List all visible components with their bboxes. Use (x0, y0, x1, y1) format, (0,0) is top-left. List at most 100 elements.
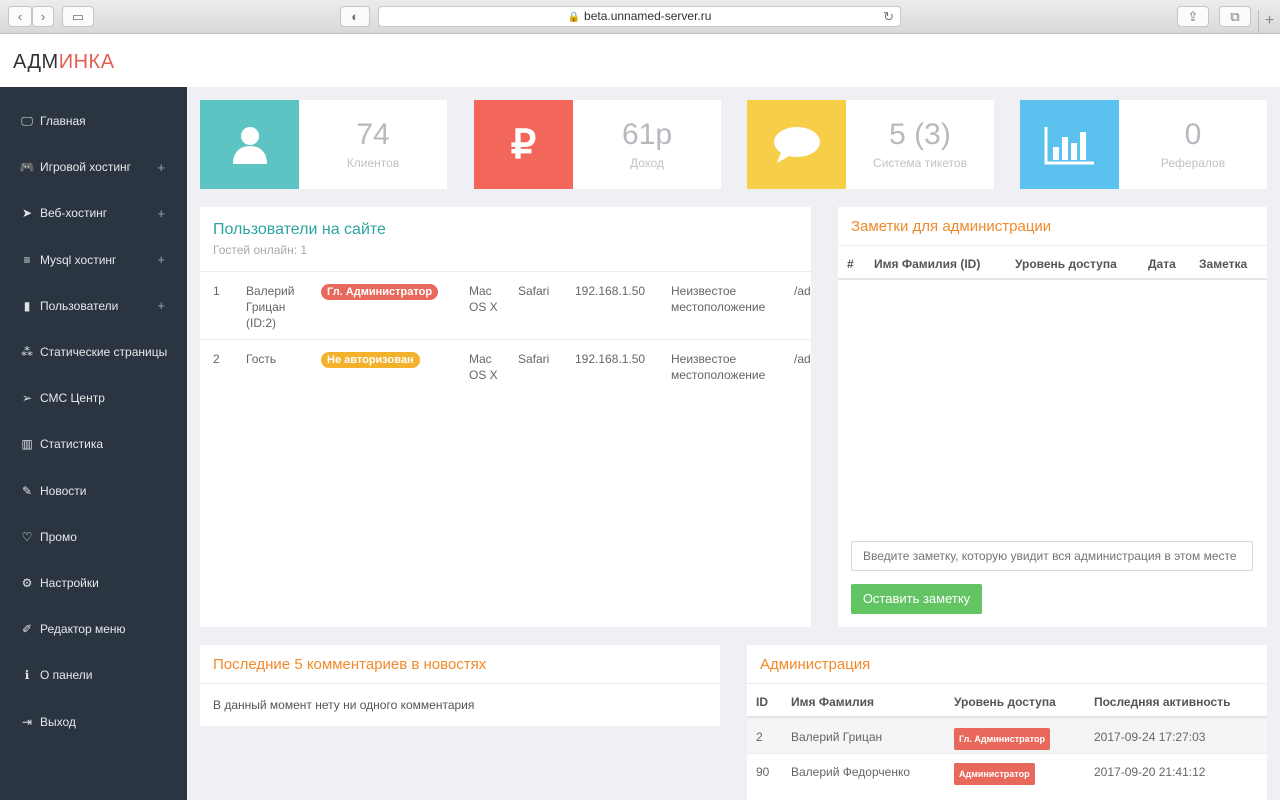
stat-label: Клиентов (346, 156, 400, 170)
expand-icon[interactable]: + (157, 160, 165, 175)
edit-icon: ✐ (21, 622, 33, 637)
stat-card-referrals[interactable]: 0 Рефералов (1020, 100, 1267, 189)
online-users-panel: Пользователи на сайте Гостей онлайн: 1 1… (200, 207, 811, 627)
lock-icon: 🔒 (567, 12, 581, 23)
sidebar-item[interactable]: 🖵 Главная (0, 101, 187, 141)
news-comments-panel: Последние 5 комментариев в новостях В да… (200, 645, 720, 726)
panel-title: Администрация (760, 656, 871, 673)
role-badge: Не авторизован (321, 352, 420, 368)
sidebar-item-label: Редактор меню (40, 622, 126, 637)
stat-card-clients[interactable]: 74 Клиентов (200, 100, 447, 189)
shield-icon[interactable]: ◐ (340, 6, 370, 27)
browser-toolbar: ‹ › ▭ ◐ 🔒 beta.unnamed-server.ru ↻ ⇪ ⧉ + (0, 0, 1280, 34)
stat-label: Доход (629, 156, 665, 170)
role-badge: Гл. Администратор (954, 728, 1050, 750)
send-icon: ➢ (21, 391, 33, 406)
row-number: 2 (213, 352, 220, 366)
col-header: # (847, 257, 854, 271)
row-number: 1 (213, 284, 220, 298)
stat-tile (200, 100, 299, 189)
back-icon[interactable]: ‹ (8, 6, 32, 27)
sidebar-item-label: Веб-хостинг (40, 206, 108, 221)
sidebar-item-label: Новости (40, 483, 87, 498)
stat-tile: ₽ (474, 100, 573, 189)
os: Mac OS X (469, 284, 498, 314)
panel-title: Последние 5 комментариев в новостях (213, 656, 487, 673)
sidebar-item-label: Промо (40, 529, 77, 544)
table-row: 1 Валерий Грицан (ID:2) Гл. Администратор M… (200, 271, 811, 339)
user-name: Гость (246, 352, 277, 366)
sidebar-item[interactable]: ℹ О панели (0, 655, 187, 695)
address-bar[interactable]: 🔒 beta.unnamed-server.ru ↻ (378, 6, 901, 27)
sidebar-item[interactable]: ▥ Статистика (0, 424, 187, 464)
user-name: Валерий Грицан (ID:2) (246, 284, 295, 330)
expand-icon[interactable]: + (157, 206, 165, 221)
page-path: /ad (794, 352, 811, 366)
reload-icon[interactable]: ↻ (883, 7, 894, 26)
sidebar-item[interactable]: ➢ СМС Центр (0, 378, 187, 418)
sidebar-item-label: Статические страницы (40, 345, 168, 359)
gears-icon: ⚙ (21, 576, 33, 590)
table-row: 2 Гость Не авторизован Mac OS X Safari 192.16… (200, 339, 811, 407)
sidebar-item[interactable]: ✎ Новости (0, 471, 187, 511)
sidebar: 🖵 Главная 🎮 Игровой хостинг + ➤ Веб-хостинг + ≡ M… (0, 87, 187, 800)
sidebar-item[interactable]: ♡ Промо (0, 517, 187, 557)
monitor-icon: 🖵 (21, 113, 33, 128)
pencil-icon: ✎ (21, 483, 33, 498)
location: Неизвестое местоположение (671, 352, 766, 382)
chat-bubble-icon (773, 126, 820, 163)
sidebar-item[interactable]: ⚙ Настройки (0, 563, 187, 603)
url-text: beta.unnamed-server.ru (584, 9, 712, 23)
leave-note-button[interactable]: Оставить заметку (851, 584, 982, 614)
new-tab-icon[interactable]: + (1258, 10, 1280, 34)
stat-tile (1020, 100, 1119, 189)
logo[interactable]: АДМИНКА (13, 51, 115, 74)
paper-plane-icon: ➤ (21, 206, 33, 221)
col-header: ID (756, 695, 768, 709)
col-header: Имя Фамилия (791, 695, 875, 709)
sidebar-item-label: Выход (40, 714, 76, 729)
sidebar-item[interactable]: ✐ Редактор меню (0, 609, 187, 649)
note-input[interactable] (851, 541, 1253, 571)
expand-icon[interactable]: + (157, 252, 165, 267)
sidebar-item-label: Пользователи (40, 298, 119, 313)
stat-card-income[interactable]: ₽ 61р Доход (474, 100, 721, 189)
col-header: Уровень доступа (1015, 257, 1117, 271)
panel-title: Заметки для администрации (851, 218, 1052, 235)
empty-comments: В данный момент нету ни одного комментар… (213, 698, 475, 712)
ruble-icon: ₽ (510, 122, 537, 167)
top-header: АДМИНКА (0, 34, 1280, 87)
guests-online: Гостей онлайн: 1 (213, 243, 308, 257)
admin-name: Валерий Федорченко (791, 765, 910, 779)
col-header: Последняя активность (1094, 695, 1231, 709)
forward-icon[interactable]: › (32, 6, 54, 27)
expand-icon[interactable]: + (157, 298, 165, 313)
table-row: 2 Валерий Грицан Гл. Администратор 2017-09-… (747, 718, 1267, 753)
stat-value: 5 (3) (889, 118, 951, 151)
sidebar-item[interactable]: 🎮 Игровой хостинг + (0, 147, 187, 187)
sidebar-item[interactable]: ≡ Mysql хостинг + (0, 240, 187, 280)
administration-panel: Администрация ID Имя Фамилия Уровень дос… (747, 645, 1267, 800)
sidebar-item[interactable]: ▮ Пользователи + (0, 286, 187, 326)
sidebar-toggle-icon[interactable]: ▭ (62, 6, 94, 27)
bar-chart-icon: ▥ (21, 437, 33, 452)
table-row: 90 Валерий Федорченко Администратор 2017-09… (747, 753, 1267, 788)
role-badge: Администратор (954, 763, 1035, 785)
ip-address: 192.168.1.50 (575, 284, 646, 298)
stat-card-tickets[interactable]: 5 (3) Система тикетов (747, 100, 994, 189)
sidebar-item-label: СМС Центр (40, 391, 105, 406)
tabs-overview-icon[interactable]: ⧉ (1219, 6, 1251, 27)
share-icon[interactable]: ⇪ (1177, 6, 1209, 27)
database-icon: ≡ (23, 252, 31, 267)
sidebar-item[interactable]: ⇥ Выход (0, 702, 187, 742)
last-activity: 2017-09-20 21:41:12 (1094, 765, 1206, 779)
sidebar-item-label: О панели (40, 668, 93, 683)
col-header: Имя Фамилия (ID) (874, 257, 981, 271)
panel-title: Пользователи на сайте (213, 221, 386, 238)
sidebar-item[interactable]: ➤ Веб-хостинг + (0, 193, 187, 233)
ip-address: 192.168.1.50 (575, 352, 646, 366)
admin-id: 90 (756, 765, 770, 779)
sidebar-item[interactable]: ⁂ Статические страницы (0, 332, 187, 372)
sidebar-item-label: Игровой хостинг (40, 160, 132, 175)
browser: Safari (518, 284, 550, 298)
